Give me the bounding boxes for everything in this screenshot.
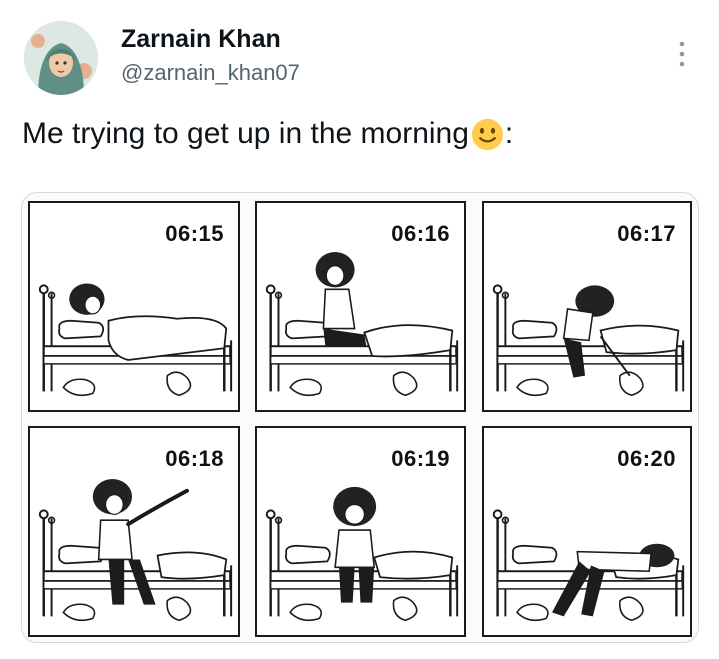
panel-time-label: 06:18 xyxy=(165,446,224,471)
avatar[interactable] xyxy=(24,21,98,95)
avatar-hijab-illustration-icon xyxy=(24,21,98,95)
comic-panel-5: 06:19 xyxy=(255,426,466,637)
panel-time-label: 06:17 xyxy=(617,221,676,246)
more-options-button[interactable] xyxy=(664,36,700,72)
tweet-text: Me trying to get up in the morning : xyxy=(22,117,513,151)
slightly-smiling-face-emoji-icon xyxy=(471,118,504,150)
tweet-media-comic[interactable]: 06:15 06:16 06:17 06:18 06:19 06:20 xyxy=(21,192,699,643)
panel-time-label: 06:19 xyxy=(391,446,450,471)
user-handle[interactable]: @zarnain_khan07 xyxy=(121,60,300,86)
comic-panel-6: 06:20 xyxy=(482,426,692,637)
comic-panel-4: 06:18 xyxy=(28,426,240,637)
comic-panel-2: 06:16 xyxy=(255,201,466,412)
panel-time-label: 06:20 xyxy=(617,446,676,471)
tweet-body: Me trying to get up in the morning xyxy=(22,117,469,150)
user-name[interactable]: Zarnain Khan xyxy=(121,25,281,54)
tweet-suffix: : xyxy=(504,117,514,150)
panel-time-label: 06:15 xyxy=(165,221,224,246)
more-options-icon xyxy=(679,41,685,67)
comic-panel-3: 06:17 xyxy=(482,201,692,412)
panel-time-label: 06:16 xyxy=(391,221,450,246)
comic-panel-1: 06:15 xyxy=(28,201,240,412)
